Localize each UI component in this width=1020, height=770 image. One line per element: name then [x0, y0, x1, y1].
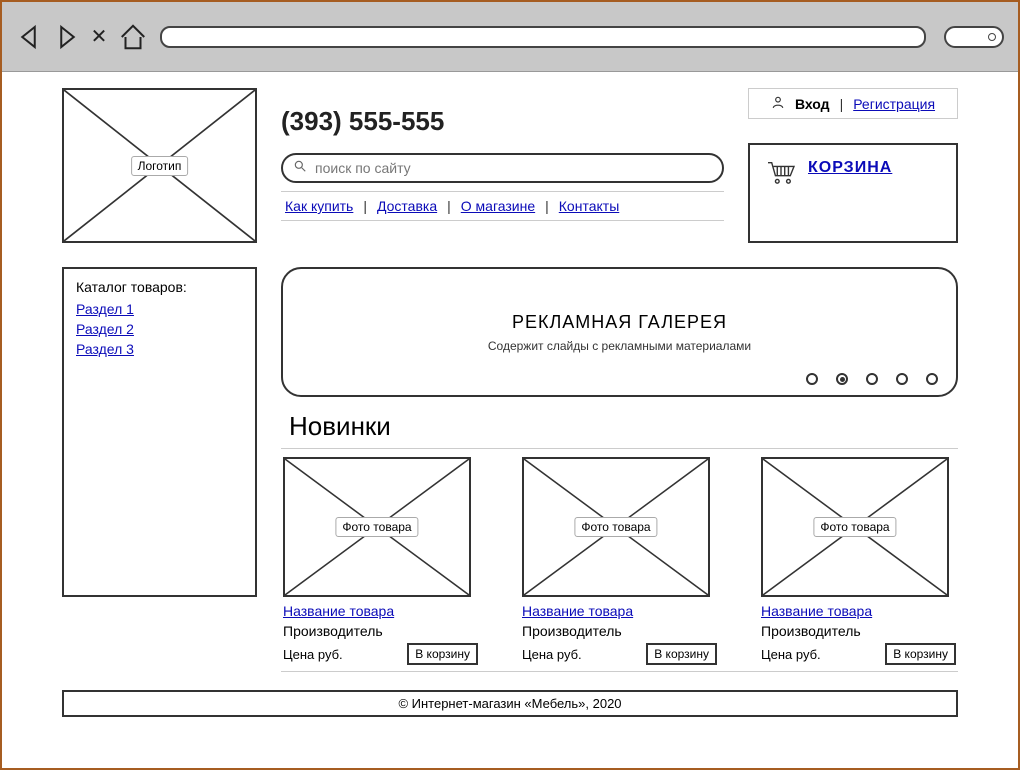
- catalog-link-2[interactable]: Раздел 2: [76, 321, 243, 337]
- product-name-link[interactable]: Название товара: [522, 603, 633, 619]
- gallery-title: РЕКЛАМНАЯ ГАЛЕРЕЯ: [512, 312, 727, 333]
- cart-link[interactable]: КОРЗИНА: [808, 159, 892, 177]
- home-button[interactable]: [118, 23, 148, 51]
- catalog-sidebar: Каталог товаров: Раздел 1 Раздел 2 Разде…: [62, 267, 257, 597]
- product-card: Фото товара Название товара Производител…: [761, 457, 956, 665]
- gallery-dot-2[interactable]: [836, 373, 848, 385]
- address-bar[interactable]: [160, 26, 926, 48]
- browser-search-field[interactable]: [944, 26, 1004, 48]
- new-products-title: Новинки: [289, 411, 958, 442]
- cart-icon: [766, 159, 796, 190]
- catalog-link-1[interactable]: Раздел 1: [76, 301, 243, 317]
- gallery-dot-4[interactable]: [896, 373, 908, 385]
- product-price: Цена руб.: [283, 647, 343, 662]
- gallery-desc: Содержит слайды с рекламными материалами: [488, 339, 751, 353]
- forward-button[interactable]: [50, 23, 80, 51]
- login-link[interactable]: Вход: [795, 96, 830, 112]
- nav-link-about[interactable]: О магазине: [461, 198, 535, 214]
- back-button[interactable]: [16, 23, 46, 51]
- product-photo: Фото товара: [522, 457, 710, 597]
- gallery-dot-1[interactable]: [806, 373, 818, 385]
- catalog-link-3[interactable]: Раздел 3: [76, 341, 243, 357]
- product-manufacturer: Производитель: [522, 623, 717, 639]
- promo-gallery: РЕКЛАМНАЯ ГАЛЕРЕЯ Содержит слайды с рекл…: [281, 267, 958, 397]
- product-name-link[interactable]: Название товара: [283, 603, 394, 619]
- logo-label: Логотип: [131, 156, 189, 176]
- search-placeholder: поиск по сайту: [315, 160, 712, 176]
- nav-link-delivery[interactable]: Доставка: [377, 198, 437, 214]
- gallery-dot-5[interactable]: [926, 373, 938, 385]
- product-card: Фото товара Название товара Производител…: [283, 457, 478, 665]
- product-manufacturer: Производитель: [761, 623, 956, 639]
- product-photo-label: Фото товара: [335, 517, 418, 537]
- product-manufacturer: Производитель: [283, 623, 478, 639]
- add-to-cart-button[interactable]: В корзину: [885, 643, 956, 665]
- add-to-cart-button[interactable]: В корзину: [646, 643, 717, 665]
- product-photo-label: Фото товара: [813, 517, 896, 537]
- auth-box: Вход | Регистрация: [748, 88, 958, 119]
- search-icon: [293, 159, 307, 178]
- product-price: Цена руб.: [522, 647, 582, 662]
- footer: © Интернет-магазин «Мебель», 2020: [62, 690, 958, 717]
- gallery-dot-3[interactable]: [866, 373, 878, 385]
- stop-button[interactable]: ✕: [84, 23, 114, 51]
- nav-link-how-to-buy[interactable]: Как купить: [285, 198, 353, 214]
- product-photo: Фото товара: [283, 457, 471, 597]
- user-icon: [771, 95, 785, 112]
- product-name-link[interactable]: Название товара: [761, 603, 872, 619]
- product-photo-label: Фото товара: [574, 517, 657, 537]
- browser-chrome: ✕: [2, 2, 1018, 72]
- phone-number: (393) 555-555: [281, 106, 724, 137]
- logo-placeholder: Логотип: [62, 88, 257, 243]
- product-card: Фото товара Название товара Производител…: [522, 457, 717, 665]
- product-photo: Фото товара: [761, 457, 949, 597]
- cart-box[interactable]: КОРЗИНА: [748, 143, 958, 243]
- add-to-cart-button[interactable]: В корзину: [407, 643, 478, 665]
- products-row: Фото товара Название товара Производител…: [281, 448, 958, 672]
- nav-link-contacts[interactable]: Контакты: [559, 198, 619, 214]
- register-link[interactable]: Регистрация: [853, 96, 935, 112]
- gallery-dots: [806, 373, 938, 385]
- site-search-input[interactable]: поиск по сайту: [281, 153, 724, 183]
- catalog-title: Каталог товаров:: [76, 279, 243, 295]
- product-price: Цена руб.: [761, 647, 821, 662]
- header-nav: Как купить | Доставка | О магазине | Кон…: [281, 191, 724, 221]
